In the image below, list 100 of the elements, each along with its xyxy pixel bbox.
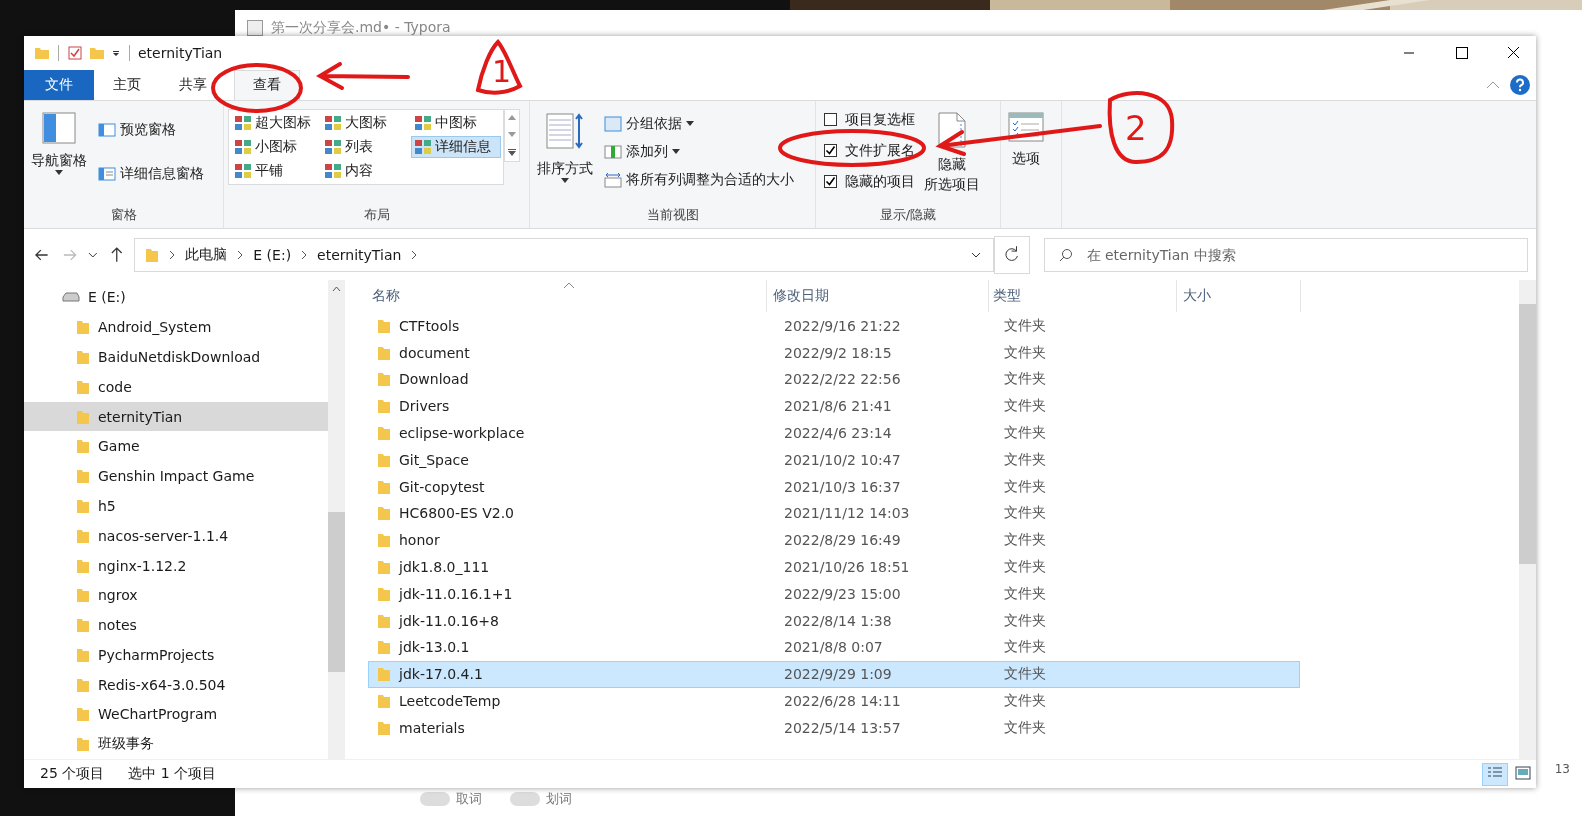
- folder-icon: [377, 612, 391, 629]
- scroll-up-icon[interactable]: [332, 286, 341, 293]
- date-cell-text: 2022/4/6 23:14: [783, 425, 893, 441]
- folder-icon: [76, 676, 90, 693]
- file-row[interactable]: jdk-13.0.1 2021/8/8 0:07 文件夹: [368, 634, 1300, 661]
- pane-layout-icon: [42, 111, 76, 144]
- grid-icon: [234, 138, 252, 155]
- group-by-button[interactable]: 分组依据: [602, 112, 796, 135]
- layout-option[interactable]: 列表: [321, 135, 409, 158]
- search-field[interactable]: 在 eternityTian 中搜索: [1043, 237, 1528, 272]
- breadcrumb[interactable]: eternityTian: [317, 246, 402, 263]
- nav-item[interactable]: Game: [24, 431, 328, 462]
- folder-icon: [76, 319, 90, 336]
- breadcrumb[interactable]: E (E:): [253, 246, 292, 263]
- nav-item[interactable]: Genshin Impact Game: [24, 461, 328, 491]
- file-row[interactable]: HC6800-ES V2.0 2021/11/12 14:03 文件夹: [368, 500, 1300, 527]
- chevron-icon[interactable]: [301, 249, 308, 260]
- layout-option[interactable]: 内容: [321, 159, 409, 182]
- address-bar[interactable]: 此电脑 E (E:) eternityTian: [134, 237, 995, 272]
- column-header[interactable]: 名称: [345, 280, 767, 313]
- file-row[interactable]: honor 2022/8/29 16:49 文件夹: [368, 526, 1300, 554]
- layout-option[interactable]: 小图标: [231, 135, 319, 158]
- file-row[interactable]: jdk-11.0.16.1+1 2022/9/23 15:00 文件夹: [368, 580, 1300, 608]
- scrollbar[interactable]: [328, 280, 345, 760]
- checkbox[interactable]: [824, 175, 837, 189]
- file-row[interactable]: Git_Space 2021/10/2 10:47 文件夹: [368, 446, 1300, 474]
- nav-item[interactable]: 班级事务: [24, 729, 328, 760]
- breadcrumb[interactable]: 此电脑: [185, 245, 228, 264]
- column-header[interactable]: 类型: [989, 280, 1177, 313]
- nav-item[interactable]: h5: [24, 491, 328, 521]
- help-icon[interactable]: [1510, 74, 1530, 95]
- scrollbar[interactable]: [1519, 280, 1536, 760]
- nav-item[interactable]: eternityTian: [24, 401, 328, 432]
- nav-item[interactable]: PycharmProjects: [24, 640, 328, 670]
- file-row[interactable]: document 2022/9/2 18:15 文件夹: [368, 339, 1300, 367]
- file-row[interactable]: Drivers 2021/8/6 21:41 文件夹: [368, 392, 1300, 420]
- toggle-switch[interactable]: [510, 792, 540, 806]
- grid-icon: [414, 114, 432, 131]
- checkbox[interactable]: [824, 113, 837, 127]
- hide-selected-button[interactable]: 隐藏 所选项目: [921, 108, 983, 197]
- nav-item[interactable]: notes: [24, 610, 328, 640]
- date-cell-text: 2021/8/6 21:41: [783, 398, 893, 415]
- nav-item[interactable]: WeChartProgram: [24, 699, 328, 730]
- list-icon: [1487, 765, 1503, 780]
- nav-item[interactable]: BaiduNetdiskDownload: [24, 342, 328, 372]
- ribbon-tab[interactable]: 查看: [234, 69, 300, 100]
- chevron-icon[interactable]: [237, 249, 244, 260]
- type-cell-text: 文件夹: [1003, 692, 1047, 710]
- gallery-scrollbar[interactable]: [504, 108, 520, 162]
- file-name: CTFtools: [399, 317, 460, 334]
- column-header[interactable]: 修改日期: [767, 280, 989, 313]
- file-row[interactable]: CTFtools 2022/9/16 21:22 文件夹: [368, 312, 1300, 340]
- sort-button[interactable]: 排序方式: [534, 108, 596, 186]
- file-row[interactable]: LeetcodeTemp 2022/6/28 14:11 文件夹: [368, 687, 1300, 715]
- scroll-down-icon[interactable]: [508, 131, 516, 137]
- nav-item[interactable]: Redis-x64-3.0.504: [24, 669, 328, 700]
- layout-option[interactable]: 中图标: [411, 111, 501, 134]
- ribbon-tab[interactable]: 主页: [94, 69, 160, 100]
- expand-icon[interactable]: [508, 148, 516, 156]
- file-row[interactable]: Download 2022/2/22 22:56 文件夹: [368, 366, 1300, 393]
- file-row[interactable]: jdk-17.0.4.1 2022/9/29 1:09 文件夹: [368, 660, 1300, 688]
- nav-item[interactable]: ngrox: [24, 580, 328, 611]
- properties-icon[interactable]: [67, 44, 83, 61]
- fit-columns-button[interactable]: 将所有列调整为合适的大小: [602, 168, 796, 191]
- folder-icon: [377, 585, 391, 602]
- preview-pane-button[interactable]: 预览窗格: [96, 118, 206, 141]
- layout-option[interactable]: 详细信息: [411, 135, 501, 158]
- nav-item[interactable]: E (E:): [24, 282, 328, 313]
- scroll-up-icon[interactable]: [508, 114, 516, 120]
- nav-item[interactable]: nacos-server-1.1.4: [24, 520, 328, 551]
- column-header[interactable]: 大小: [1177, 280, 1301, 313]
- folder-icon: [76, 617, 90, 634]
- chevron-icon[interactable]: [169, 249, 176, 260]
- file-row[interactable]: Git-copytest 2021/10/3 16:37 文件夹: [368, 473, 1300, 500]
- add-column-button[interactable]: 添加列: [602, 140, 796, 163]
- file-row[interactable]: jdk1.8.0_111 2021/10/26 18:51 文件夹: [368, 553, 1300, 581]
- file-row[interactable]: eclipse-workplace 2022/4/6 23:14 文件夹: [368, 419, 1300, 447]
- details-pane-button[interactable]: 详细信息窗格: [96, 162, 206, 185]
- layout-option[interactable]: 超大图标: [231, 111, 319, 134]
- checkbox[interactable]: [824, 144, 837, 158]
- date-cell-text: 2022/2/22 22:56: [783, 371, 902, 388]
- ribbon-tab[interactable]: 共享: [160, 69, 226, 100]
- toggle-switch[interactable]: [420, 792, 450, 806]
- layout-option[interactable]: 大图标: [321, 111, 409, 134]
- file-row[interactable]: materials 2022/5/14 13:57 文件夹: [368, 714, 1300, 742]
- group-label: 当前视图: [646, 205, 699, 224]
- refresh-icon[interactable]: [994, 235, 1030, 274]
- collapse-icon[interactable]: [1486, 79, 1500, 90]
- options-button[interactable]: 选项: [1005, 108, 1047, 171]
- layout-option[interactable]: 平铺: [231, 159, 319, 182]
- folder-icon: [377, 398, 391, 415]
- nav-item[interactable]: Android_System: [24, 312, 328, 343]
- details-view-button[interactable]: [1482, 762, 1508, 786]
- ribbon-tab[interactable]: 文件: [24, 69, 94, 100]
- nav-item[interactable]: code: [24, 371, 328, 402]
- navigation-pane-button[interactable]: 导航窗格: [28, 108, 90, 178]
- file-row[interactable]: jdk-11.0.16+8 2022/8/14 1:38 文件夹: [368, 607, 1300, 634]
- chevron-icon[interactable]: [411, 249, 418, 260]
- group-label: 显示/隐藏: [879, 205, 937, 224]
- nav-item[interactable]: nginx-1.12.2: [24, 550, 328, 581]
